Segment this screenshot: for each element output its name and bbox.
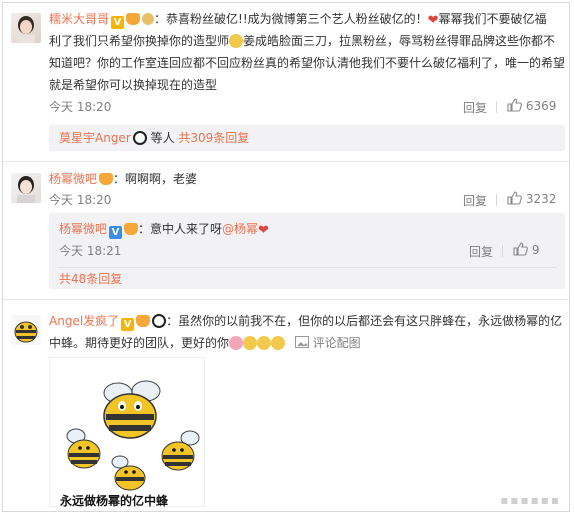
comment-text-line-4: 就是希望你可以换掉现在的造型 bbox=[49, 77, 217, 93]
divider bbox=[3, 161, 569, 162]
divider bbox=[3, 299, 569, 300]
sub-reply-total-link[interactable]: 共309条回复 bbox=[178, 131, 249, 145]
bee-avatar-icon bbox=[14, 321, 38, 343]
comment-text-line: 杨幂微吧 ：啊啊啊，老婆 bbox=[49, 171, 197, 187]
comment-text: 利了我们只希望你换掉你的造型师 bbox=[49, 34, 230, 48]
sub-reply-reply-button[interactable]: 回复 bbox=[469, 243, 493, 260]
smile-emoji-icon bbox=[229, 34, 244, 48]
avatar[interactable] bbox=[11, 173, 41, 203]
comment-text: ：虽然你的以前我不在，但你的以后都还会有这只胖蜂在，永远做杨幂的亿 bbox=[166, 314, 563, 328]
comment-text-line-3: 知道吧？你的工作室连回应都不回应粉丝真的希望你认清他我们不要什么破亿福利了，唯一… bbox=[49, 55, 565, 71]
avatar-image-icon bbox=[17, 176, 35, 203]
verified-v-badge-icon: V bbox=[109, 226, 123, 239]
sub-reply-username[interactable]: 杨幂微吧 bbox=[59, 222, 107, 236]
image-caption: 永远做杨幂的亿中蜂 bbox=[60, 494, 169, 508]
comment-text: 知道吧？你的工作室连回应都不回应粉丝真的希望你认清他我们不要什么破亿福利了，唯一… bbox=[49, 56, 566, 70]
comment-image[interactable]: 永远做杨幂的亿中蜂 bbox=[49, 357, 205, 508]
like-count: 9 bbox=[531, 243, 540, 257]
like-count: 3232 bbox=[525, 192, 557, 206]
bee-sticker-icon bbox=[66, 380, 200, 491]
comment-text-line-2: 中蜂。期待更好的团队，更好的你 评论配图 bbox=[49, 335, 361, 351]
comment-list: 糯米大哥哥 V ：恭喜粉丝破亿!!成为微博第三个艺人粉丝破亿的！❤幂幂我们不要破亿福… bbox=[2, 2, 570, 512]
comment-text: 幂幂我们不要破亿福 bbox=[438, 12, 547, 26]
comment-text: ：啊啊啊，老婆 bbox=[113, 172, 198, 186]
crown-badge-icon bbox=[124, 223, 139, 235]
divider bbox=[57, 267, 557, 268]
thumbs-up-icon bbox=[507, 98, 522, 112]
mention-link[interactable]: @杨幂 bbox=[222, 222, 258, 236]
watermark: ▪▪▪▪▪▪ bbox=[500, 493, 561, 507]
verified-v-badge-icon: V bbox=[111, 16, 125, 29]
crown-badge-icon bbox=[99, 173, 114, 185]
comment-text-line-1: Angel发疯了 V ：虽然你的以前我不在，但你的以后都还会有这只胖蜂在，永远做杨幂… bbox=[49, 313, 562, 331]
avatar[interactable] bbox=[11, 315, 41, 345]
like-button[interactable]: 6369 bbox=[506, 97, 556, 113]
like-count: 6369 bbox=[525, 99, 557, 113]
divider bbox=[502, 245, 503, 257]
comment-text: 中蜂。期待更好的团队，更好的你 bbox=[49, 336, 230, 350]
sub-reply: 杨幂微吧 V ：意中人来了呀@杨幂❤ 今天 18:21 回复 9 共48条回复 bbox=[49, 213, 565, 289]
divider bbox=[496, 194, 497, 206]
hands-emoji-icon bbox=[257, 336, 272, 350]
sub-reply-text: 杨幂微吧 V ：意中人来了呀@杨幂❤ bbox=[59, 221, 269, 239]
comment-text: 就是希望你可以换掉现在的造型 bbox=[49, 78, 218, 92]
sub-reply-time: 今天 18:21 bbox=[59, 244, 122, 258]
image-comment-link[interactable]: 评论配图 bbox=[313, 336, 361, 350]
reply-button[interactable]: 回复 bbox=[463, 99, 487, 116]
panda-badge-icon bbox=[132, 131, 147, 145]
crown-badge-icon bbox=[136, 315, 151, 327]
avatar-image-icon bbox=[17, 16, 35, 43]
like-button[interactable]: 3232 bbox=[506, 190, 556, 206]
comment-username[interactable]: 杨幂微吧 bbox=[49, 172, 97, 186]
thumbs-up-icon bbox=[513, 242, 528, 256]
panda-badge-icon bbox=[152, 314, 167, 328]
comment-time: 今天 18:20 bbox=[49, 193, 112, 207]
comment-text-line-2: 利了我们只希望你换掉你的造型师 姜成皓脸面三刀，拉黑粉丝，辱骂粉丝得罪品牌这些你都… bbox=[49, 33, 555, 49]
avatar[interactable] bbox=[11, 13, 41, 43]
sub-reply-mid: 等人 bbox=[146, 131, 179, 145]
comment-text: ：恭喜粉丝破亿!!成为微博第三个艺人粉丝破亿的！ bbox=[154, 12, 428, 26]
hands-emoji-icon bbox=[243, 336, 258, 350]
heart-emoji-icon: ❤ bbox=[427, 13, 439, 28]
medal-badge-icon bbox=[142, 13, 155, 25]
comment-time: 今天 18:20 bbox=[49, 100, 112, 114]
hands-emoji-icon bbox=[271, 336, 286, 350]
reply-button[interactable]: 回复 bbox=[463, 192, 487, 209]
comment-username[interactable]: 糯米大哥哥 bbox=[49, 12, 109, 26]
sub-reply-summary[interactable]: 莫星宇Anger 等人 共309条回复 bbox=[49, 125, 565, 151]
more-replies-link[interactable]: 共48条回复 bbox=[59, 271, 122, 287]
comment-item: 糯米大哥哥 V ：恭喜粉丝破亿!!成为微博第三个艺人粉丝破亿的！❤幂幂我们不要破亿福… bbox=[3, 3, 569, 153]
sub-reply-content: ：意中人来了呀 bbox=[138, 222, 223, 236]
heart-emoji-icon bbox=[229, 336, 244, 350]
thumbs-up-icon bbox=[507, 191, 522, 205]
sub-reply-summary-text: 莫星宇Anger 等人 共309条回复 bbox=[59, 130, 249, 146]
comment-text-line-1: 糯米大哥哥 V ：恭喜粉丝破亿!!成为微博第三个艺人粉丝破亿的！❤幂幂我们不要破亿福 bbox=[49, 11, 547, 29]
heart-emoji-icon: ❤ bbox=[258, 223, 269, 238]
image-icon bbox=[294, 336, 309, 348]
comment-username[interactable]: Angel发疯了 bbox=[49, 314, 119, 328]
crown-badge-icon bbox=[126, 13, 141, 25]
sub-reply-username[interactable]: 莫星宇Anger bbox=[59, 131, 131, 145]
comment-text: 姜成皓脸面三刀，拉黑粉丝，辱骂粉丝得罪品牌这些你都不 bbox=[243, 34, 556, 48]
divider bbox=[496, 101, 497, 113]
verified-v-badge-icon: V bbox=[121, 318, 135, 331]
sub-reply-like-button[interactable]: 9 bbox=[512, 241, 539, 257]
